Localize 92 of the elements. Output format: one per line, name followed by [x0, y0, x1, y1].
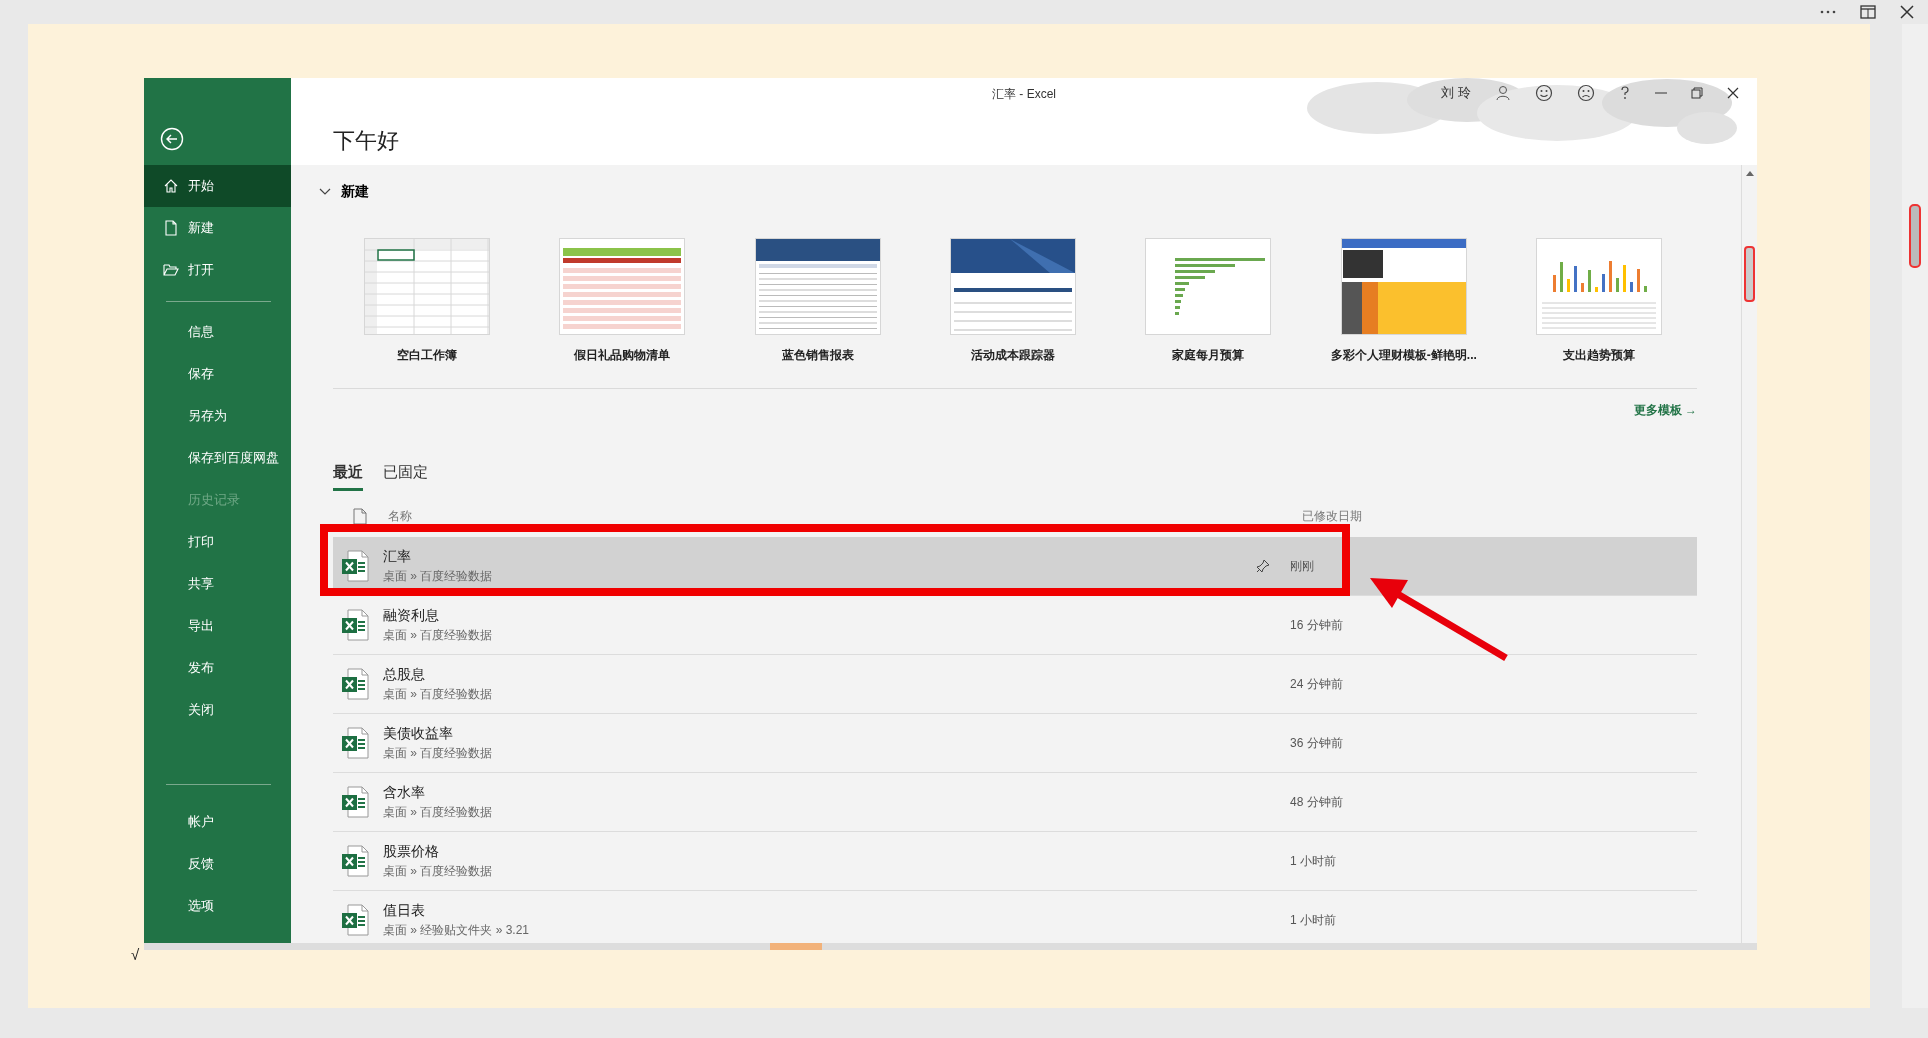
- template-label[interactable]: 假日礼品购物清单: [574, 347, 671, 364]
- file-name: 总股息: [383, 665, 426, 684]
- file-name: 股票价格: [383, 842, 440, 861]
- sidebar-item[interactable]: 选项: [144, 885, 291, 927]
- template-label[interactable]: 支出趋势预算: [1563, 347, 1636, 364]
- file-name: 美债收益率: [383, 724, 454, 743]
- file-name: 值日表: [383, 901, 426, 920]
- file-modified-time: 刚刚: [1290, 557, 1315, 575]
- home-icon: [163, 178, 179, 194]
- spreadsheet-file-icon: [341, 845, 369, 877]
- back-icon[interactable]: [160, 127, 184, 151]
- sidebar-item[interactable]: 打开: [144, 249, 291, 291]
- sidebar-item[interactable]: 导出: [144, 605, 291, 647]
- spreadsheet-file-icon: [341, 550, 369, 582]
- close-icon[interactable]: [1900, 5, 1914, 19]
- scrollbar-thumb[interactable]: [1909, 204, 1921, 268]
- file-path: 桌面 » 百度经验数据: [383, 685, 494, 703]
- more-icon[interactable]: [1820, 10, 1836, 14]
- column-header[interactable]: 已修改日期: [1302, 507, 1362, 525]
- sidebar-item[interactable]: 反馈: [144, 843, 291, 885]
- template-thumbnail[interactable]: [559, 238, 686, 335]
- tab[interactable]: 最近: [333, 463, 363, 491]
- spreadsheet-file-icon: [341, 786, 369, 818]
- sidebar-item[interactable]: 新建: [144, 207, 291, 249]
- pin-icon[interactable]: [1256, 559, 1270, 573]
- check-mark: √: [131, 946, 140, 963]
- spreadsheet-file-icon: [341, 668, 369, 700]
- spreadsheet-file-icon: [341, 727, 369, 759]
- user-name[interactable]: 刘 玲: [1441, 84, 1471, 102]
- sidebar-item[interactable]: 开始: [144, 165, 291, 207]
- file-path: 桌面 » 百度经验数据: [383, 862, 494, 880]
- file-row[interactable]: 含水率 桌面 » 百度经验数据 48 分钟前: [333, 773, 1697, 832]
- file-modified-time: 36 分钟前: [1290, 734, 1344, 752]
- template-label[interactable]: 家庭每月预算: [1172, 347, 1245, 364]
- template-thumbnail[interactable]: [949, 238, 1076, 335]
- document-icon: [353, 507, 367, 525]
- greeting: 下午好: [333, 127, 399, 155]
- close-icon[interactable]: [1727, 87, 1739, 99]
- window-title: 汇率 - Excel: [992, 86, 1056, 103]
- file-modified-time: 48 分钟前: [1290, 793, 1344, 811]
- spreadsheet-file-icon: [341, 904, 369, 936]
- template-label[interactable]: 活动成本跟踪器: [970, 347, 1055, 364]
- file-name: 融资利息: [383, 606, 440, 625]
- file-row[interactable]: 股票价格 桌面 » 百度经验数据 1 小时前: [333, 832, 1697, 891]
- sidebar-item[interactable]: 保存: [144, 353, 291, 395]
- folder-icon: [163, 262, 179, 278]
- file-row[interactable]: 融资利息 桌面 » 百度经验数据 16 分钟前: [333, 596, 1697, 655]
- file-name: 汇率: [383, 547, 412, 566]
- window-layout-icon[interactable]: [1860, 5, 1876, 19]
- spreadsheet-file-icon: [341, 609, 369, 641]
- file-path: 桌面 » 百度经验数据: [383, 626, 494, 644]
- file-path: 桌面 » 经验贴文件夹 » 3.21: [383, 921, 531, 939]
- template-thumbnail[interactable]: [1145, 238, 1272, 335]
- file-name: 含水率: [383, 783, 426, 802]
- file-path: 桌面 » 百度经验数据: [383, 744, 494, 762]
- document-icon: [163, 220, 179, 236]
- file-modified-time: 1 小时前: [1290, 911, 1337, 929]
- scrollbar-thumb[interactable]: [770, 943, 822, 950]
- column-header[interactable]: 名称: [388, 507, 412, 525]
- more-templates-link[interactable]: 更多模板 →: [1633, 402, 1697, 419]
- chevron-icon: [319, 188, 331, 196]
- file-path: 桌面 » 百度经验数据: [383, 567, 494, 585]
- section-toggle[interactable]: 新建: [313, 179, 375, 205]
- file-path: 桌面 » 百度经验数据: [383, 803, 494, 821]
- sidebar-item[interactable]: 信息: [144, 311, 291, 353]
- sidebar-item[interactable]: 帐户: [144, 801, 291, 843]
- file-modified-time: 16 分钟前: [1290, 616, 1344, 634]
- template-thumbnail[interactable]: [754, 238, 881, 335]
- sidebar-item[interactable]: 共享: [144, 563, 291, 605]
- scroll-up-icon[interactable]: [1745, 171, 1754, 176]
- smile-icon[interactable]: [1535, 84, 1553, 102]
- tab[interactable]: 已固定: [383, 463, 428, 491]
- person-icon[interactable]: [1495, 85, 1511, 101]
- file-row[interactable]: 总股息 桌面 » 百度经验数据 24 分钟前: [333, 655, 1697, 714]
- sidebar-item[interactable]: 保存到百度网盘: [144, 437, 291, 479]
- frown-icon[interactable]: [1577, 84, 1595, 102]
- restore-icon[interactable]: [1691, 87, 1703, 99]
- template-label[interactable]: 多彩个人理财模板-鲜艳明...: [1330, 347, 1477, 364]
- file-modified-time: 1 小时前: [1290, 852, 1337, 870]
- template-thumbnail[interactable]: [1340, 238, 1467, 335]
- file-row[interactable]: 美债收益率 桌面 » 百度经验数据 36 分钟前: [333, 714, 1697, 773]
- file-modified-time: 24 分钟前: [1290, 675, 1344, 693]
- template-thumbnail[interactable]: [1536, 238, 1663, 335]
- sidebar-item[interactable]: 发布: [144, 647, 291, 689]
- template-label[interactable]: 空白工作簿: [396, 347, 457, 364]
- sidebar-item[interactable]: 打印: [144, 521, 291, 563]
- scrollbar-thumb[interactable]: [1744, 246, 1755, 302]
- template-thumbnail[interactable]: [363, 238, 490, 335]
- template-label[interactable]: 蓝色销售报表: [781, 347, 854, 364]
- sidebar-item[interactable]: 另存为: [144, 395, 291, 437]
- help-icon[interactable]: [1619, 85, 1631, 101]
- sidebar-item[interactable]: 关闭: [144, 689, 291, 731]
